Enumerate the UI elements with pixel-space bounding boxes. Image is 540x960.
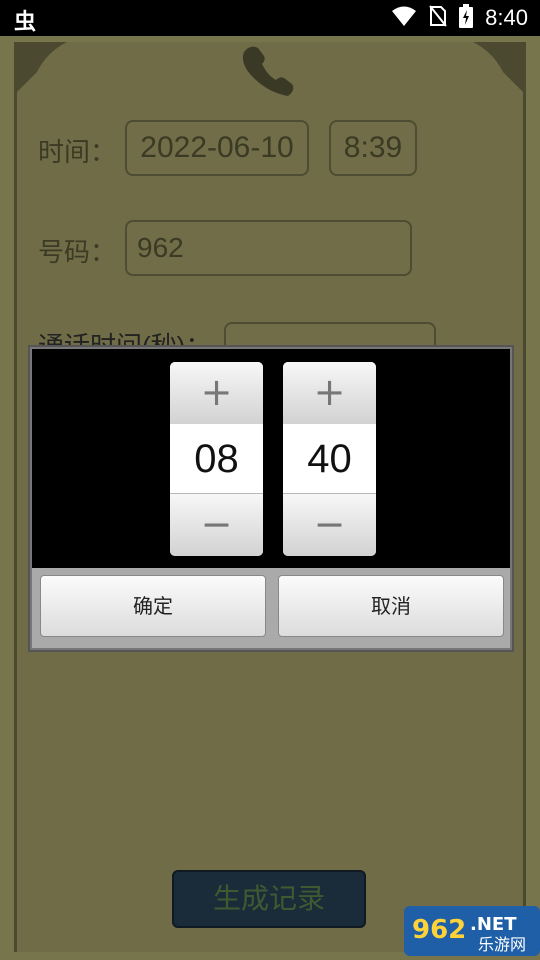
number-field[interactable]: 962: [125, 220, 412, 276]
corner-ornament-left-icon: [17, 42, 67, 92]
hour-increment-button[interactable]: +: [170, 362, 263, 425]
minute-increment-button[interactable]: +: [283, 362, 376, 425]
phone-handset-icon: [236, 40, 300, 100]
time-label: 时间：: [38, 137, 117, 167]
status-time: 8:40: [485, 5, 528, 30]
status-icons: 8:40: [391, 4, 528, 32]
hour-spinner: + 08 −: [170, 362, 263, 556]
battery-charging-icon: [459, 4, 474, 32]
watermark-site: 乐游网: [478, 935, 526, 954]
cancel-button[interactable]: 取消: [278, 575, 504, 637]
watermark-brand: 962: [412, 915, 466, 945]
status-bar: 虫 8:40: [0, 0, 540, 36]
notification-app-icon: 虫: [14, 10, 37, 35]
time-field[interactable]: 8:39: [329, 120, 417, 176]
site-watermark: 962 .NET 乐游网: [404, 906, 540, 956]
watermark-suffix: .NET: [470, 914, 517, 935]
confirm-button[interactable]: 确定: [40, 575, 266, 637]
generate-record-button[interactable]: 生成记录: [172, 870, 366, 928]
minute-spinner: + 40 −: [283, 362, 376, 556]
wifi-icon: [391, 5, 417, 31]
dialog-button-bar: 确定 取消: [32, 568, 510, 648]
hour-decrement-button[interactable]: −: [170, 493, 263, 556]
picker-area: + 08 − + 40 −: [32, 349, 510, 568]
time-picker-dialog: + 08 − + 40 − 确定 取消: [28, 345, 514, 652]
corner-ornament-right-icon: [473, 42, 523, 92]
minute-decrement-button[interactable]: −: [283, 493, 376, 556]
hour-value[interactable]: 08: [170, 424, 263, 494]
minute-value[interactable]: 40: [283, 424, 376, 494]
number-label: 号码：: [38, 237, 117, 267]
no-sim-icon: [429, 5, 447, 31]
date-field[interactable]: 2022-06-10: [125, 120, 309, 176]
